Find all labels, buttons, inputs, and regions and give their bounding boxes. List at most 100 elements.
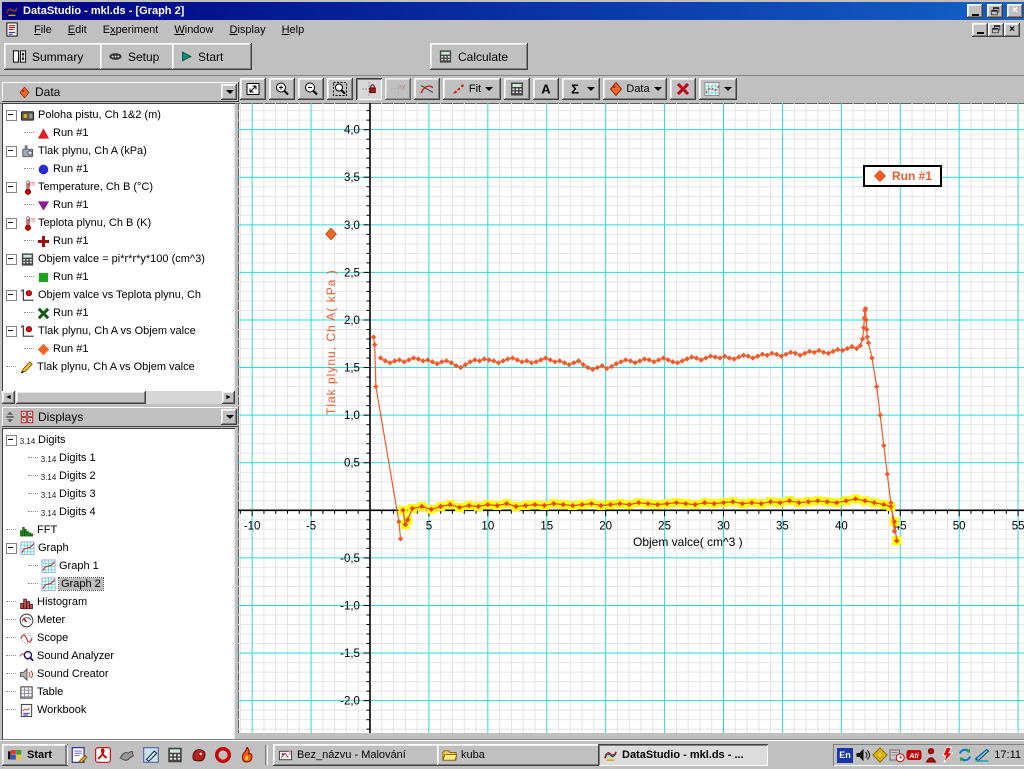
display-item-fft[interactable]: FFT xyxy=(2,521,235,539)
fit-menu-button[interactable]: Fit xyxy=(443,78,501,100)
zoom-in-button[interactable] xyxy=(269,78,295,100)
ati-icon[interactable]: Ati xyxy=(906,747,922,763)
calculator-tool-button[interactable] xyxy=(504,78,530,100)
task-button-1[interactable]: Bez_názvu - Malování xyxy=(273,744,441,766)
data-run-4[interactable]: Run #1 xyxy=(2,232,235,250)
pen-icon[interactable] xyxy=(142,746,160,764)
summary-button[interactable]: Summary xyxy=(4,43,108,70)
menu-help[interactable]: Help xyxy=(274,22,313,38)
norton-icon[interactable] xyxy=(872,747,888,763)
scroll-right-button[interactable]: ► xyxy=(222,391,235,404)
agent-icon[interactable] xyxy=(923,747,939,763)
data-item-8[interactable]: Tlak plynu, Ch A vs Objem valce xyxy=(2,358,235,376)
data-item-3[interactable]: KTDTemperature, Ch B (°C) xyxy=(2,178,235,196)
data-item-7[interactable]: Tlak plynu, Ch A vs Objem valce xyxy=(2,322,235,340)
scale-to-fit-button[interactable] xyxy=(240,78,266,100)
restore-button[interactable] xyxy=(987,4,1003,18)
data-item-2[interactable]: Tlak plynu, Ch A (kPa) xyxy=(2,142,235,160)
calculate-button[interactable]: Calculate xyxy=(430,43,528,70)
volume-icon[interactable] xyxy=(855,747,871,763)
collapse-toggle[interactable] xyxy=(6,254,17,265)
data-item-5[interactable]: Objem valce = pi*r*r*y*100 (cm^3) xyxy=(2,250,235,268)
data-item-4[interactable]: KTDTeplota plynu, Ch B (K) xyxy=(2,214,235,232)
display-item-meter[interactable]: Meter xyxy=(2,611,235,629)
graph-settings-button[interactable] xyxy=(699,78,737,100)
data-panel-header[interactable]: Data xyxy=(2,82,239,102)
menu-experiment[interactable]: Experiment xyxy=(95,22,167,38)
document-sys-icon[interactable] xyxy=(5,22,20,37)
menu-window[interactable]: Window xyxy=(166,22,221,38)
data-tree-hscrollbar[interactable]: ◄ ► xyxy=(2,391,235,404)
display-item-workbook[interactable]: Workbook xyxy=(2,701,235,719)
close-button[interactable]: × xyxy=(1007,4,1023,18)
sync-icon[interactable] xyxy=(957,747,973,763)
menu-file[interactable]: File xyxy=(26,22,60,38)
start-button[interactable]: Start xyxy=(172,43,252,70)
y-axis-label[interactable]: Tlak plynu, Ch A( kPa ) xyxy=(324,245,338,415)
start-menu-button[interactable]: Start xyxy=(2,744,68,766)
display-item-histogram[interactable]: Histogram xyxy=(2,593,235,611)
notes-icon[interactable] xyxy=(70,746,88,764)
slope-tool-button[interactable] xyxy=(414,78,440,100)
collapse-toggle[interactable] xyxy=(6,218,17,229)
collapse-toggle[interactable] xyxy=(6,435,17,446)
powerstrip-icon[interactable] xyxy=(940,747,956,763)
displays-panel-dropdown[interactable] xyxy=(221,409,237,425)
data-menu-button[interactable]: Data xyxy=(603,78,667,100)
child-close-button[interactable]: × xyxy=(1004,23,1020,37)
display-item-graph[interactable]: Graph xyxy=(2,539,235,557)
task-scheduler-icon[interactable] xyxy=(889,747,905,763)
collapse-toggle[interactable] xyxy=(6,110,17,121)
child-restore-button[interactable] xyxy=(988,23,1004,37)
display-item-graph-2[interactable]: Graph 2 xyxy=(2,575,235,593)
acrobat-icon[interactable] xyxy=(94,746,112,764)
minimize-button[interactable] xyxy=(967,4,983,18)
chart-canvas[interactable]: -10-55101520253035404550554,03,53,02,52,… xyxy=(238,103,1024,733)
opera-icon[interactable] xyxy=(214,746,232,764)
data-item-6[interactable]: Objem valce vs Teplota plynu, Ch xyxy=(2,286,235,304)
collapse-toggle[interactable] xyxy=(6,543,17,554)
collapse-toggle[interactable] xyxy=(6,326,17,337)
task-button-3[interactable]: DataStudio - mkl.ds - ... xyxy=(598,744,768,766)
display-item-sound-analyzer[interactable]: Sound Analyzer xyxy=(2,647,235,665)
display-item-scope[interactable]: Scope xyxy=(2,629,235,647)
collapse-toggle[interactable] xyxy=(6,146,17,157)
chart-legend[interactable]: Run #1 xyxy=(863,165,942,187)
setup-button[interactable]: Setup xyxy=(100,43,182,70)
display-item-digits-2[interactable]: 3.14Digits 2 xyxy=(2,467,235,485)
scroll-left-button[interactable]: ◄ xyxy=(2,391,15,404)
data-item-1[interactable]: Poloha pistu, Ch 1&2 (m) xyxy=(2,106,235,124)
collapse-toggle[interactable] xyxy=(6,290,17,301)
calculator-icon[interactable] xyxy=(166,746,184,764)
data-run-2[interactable]: Run #1 xyxy=(2,160,235,178)
smart-tool-button[interactable] xyxy=(356,78,382,100)
drawing-tablet-icon[interactable] xyxy=(974,747,990,763)
data-run-7[interactable]: Run #1 xyxy=(2,340,235,358)
delete-button[interactable] xyxy=(670,78,696,100)
flame-icon[interactable] xyxy=(238,746,256,764)
graph-display-area[interactable]: -10-55101520253035404550554,03,53,02,52,… xyxy=(238,103,1024,733)
scroll-thumb[interactable] xyxy=(16,391,146,404)
collapse-toggle[interactable] xyxy=(6,182,17,193)
dragon-icon[interactable] xyxy=(190,746,208,764)
keyboard-layout-indicator[interactable]: En xyxy=(837,748,853,763)
data-run-6[interactable]: Run #1 xyxy=(2,304,235,322)
zoom-out-button[interactable] xyxy=(298,78,324,100)
zoom-select-button[interactable] xyxy=(327,78,353,100)
bird-icon[interactable] xyxy=(118,746,136,764)
display-item-graph-1[interactable]: Graph 1 xyxy=(2,557,235,575)
display-item-digits-3[interactable]: 3.14Digits 3 xyxy=(2,485,235,503)
menu-display[interactable]: Display xyxy=(222,22,274,38)
text-tool-button[interactable]: A xyxy=(533,78,559,100)
y-axis-diamond-icon[interactable] xyxy=(324,227,338,241)
data-run-5[interactable]: Run #1 xyxy=(2,268,235,286)
display-item-table[interactable]: Table xyxy=(2,683,235,701)
data-run-3[interactable]: Run #1 xyxy=(2,196,235,214)
display-item-digits-4[interactable]: 3.14Digits 4 xyxy=(2,503,235,521)
data-run-1[interactable]: Run #1 xyxy=(2,124,235,142)
data-panel-dropdown[interactable] xyxy=(221,84,237,100)
displays-panel-header[interactable]: Displays xyxy=(2,407,239,427)
child-minimize-button[interactable] xyxy=(972,23,988,37)
display-item-sound-creator[interactable]: Sound Creator xyxy=(2,665,235,683)
display-item-digits[interactable]: 3.14Digits xyxy=(2,431,235,449)
